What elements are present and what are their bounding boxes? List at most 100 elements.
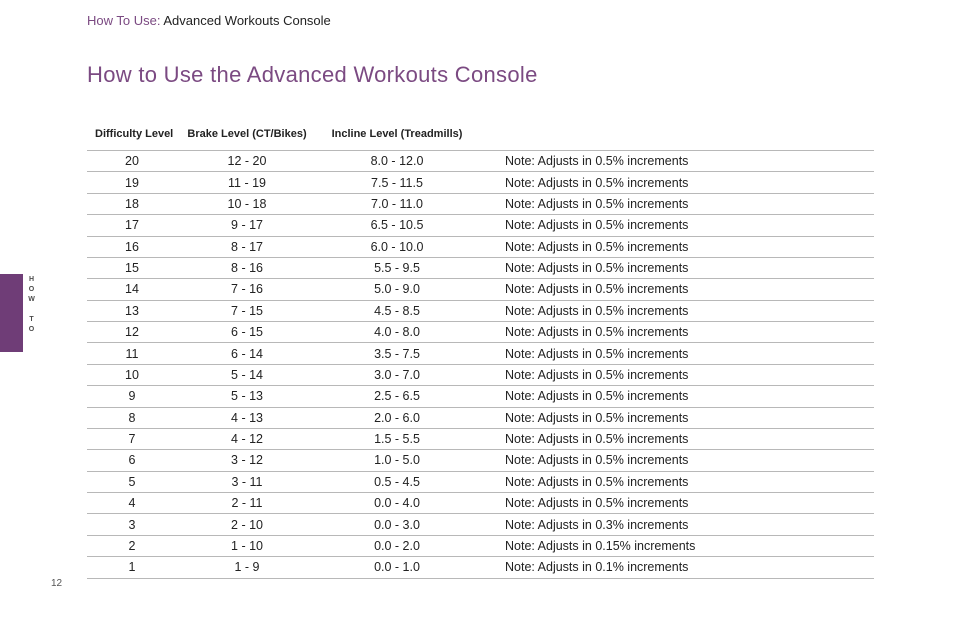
cell-incline: 0.0 - 2.0 [317, 535, 477, 556]
cell-brake: 3 - 12 [177, 450, 317, 471]
cell-incline: 0.0 - 1.0 [317, 557, 477, 578]
table-row: 158 - 165.5 - 9.5Note: Adjusts in 0.5% i… [87, 257, 874, 278]
cell-note: Note: Adjusts in 0.5% increments [477, 493, 874, 514]
cell-brake: 11 - 19 [177, 172, 317, 193]
cell-incline: 5.5 - 9.5 [317, 257, 477, 278]
side-tab-label: HOW TO [25, 276, 35, 336]
cell-incline: 3.5 - 7.5 [317, 343, 477, 364]
cell-brake: 4 - 12 [177, 428, 317, 449]
cell-brake: 7 - 15 [177, 300, 317, 321]
page-number: 12 [51, 578, 62, 589]
table-row: 1911 - 197.5 - 11.5Note: Adjusts in 0.5%… [87, 172, 874, 193]
cell-level: 16 [87, 236, 177, 257]
cell-level: 19 [87, 172, 177, 193]
table-row: 116 - 143.5 - 7.5Note: Adjusts in 0.5% i… [87, 343, 874, 364]
side-tab [0, 274, 23, 352]
cell-brake: 6 - 14 [177, 343, 317, 364]
cell-incline: 0.0 - 3.0 [317, 514, 477, 535]
page-title: How to Use the Advanced Workouts Console [87, 62, 538, 88]
cell-incline: 7.5 - 11.5 [317, 172, 477, 193]
table-row: 2012 - 208.0 - 12.0Note: Adjusts in 0.5%… [87, 151, 874, 172]
cell-brake: 5 - 14 [177, 364, 317, 385]
cell-note: Note: Adjusts in 0.5% increments [477, 450, 874, 471]
table-row: 126 - 154.0 - 8.0Note: Adjusts in 0.5% i… [87, 322, 874, 343]
cell-level: 10 [87, 364, 177, 385]
table-row: 74 - 121.5 - 5.5Note: Adjusts in 0.5% in… [87, 428, 874, 449]
cell-note: Note: Adjusts in 0.5% increments [477, 257, 874, 278]
cell-note: Note: Adjusts in 0.5% increments [477, 300, 874, 321]
breadcrumb: How To Use: Advanced Workouts Console [87, 13, 331, 28]
cell-level: 13 [87, 300, 177, 321]
cell-incline: 4.5 - 8.5 [317, 300, 477, 321]
cell-note: Note: Adjusts in 0.5% increments [477, 343, 874, 364]
cell-brake: 9 - 17 [177, 215, 317, 236]
col-header-difficulty: Difficulty Level [87, 128, 177, 151]
col-header-brake: Brake Level (CT/Bikes) [177, 128, 317, 151]
cell-note: Note: Adjusts in 0.5% increments [477, 364, 874, 385]
cell-incline: 4.0 - 8.0 [317, 322, 477, 343]
cell-incline: 3.0 - 7.0 [317, 364, 477, 385]
cell-level: 12 [87, 322, 177, 343]
cell-level: 15 [87, 257, 177, 278]
cell-incline: 5.0 - 9.0 [317, 279, 477, 300]
table-row: 168 - 176.0 - 10.0Note: Adjusts in 0.5% … [87, 236, 874, 257]
cell-incline: 1.5 - 5.5 [317, 428, 477, 449]
table-header-row: Difficulty Level Brake Level (CT/Bikes) … [87, 128, 874, 151]
cell-incline: 0.0 - 4.0 [317, 493, 477, 514]
cell-note: Note: Adjusts in 0.5% increments [477, 322, 874, 343]
cell-level: 7 [87, 428, 177, 449]
cell-note: Note: Adjusts in 0.5% increments [477, 279, 874, 300]
cell-level: 14 [87, 279, 177, 300]
breadcrumb-prefix: How To Use: [87, 13, 160, 28]
cell-brake: 4 - 13 [177, 407, 317, 428]
table-row: 105 - 143.0 - 7.0Note: Adjusts in 0.5% i… [87, 364, 874, 385]
cell-incline: 1.0 - 5.0 [317, 450, 477, 471]
cell-incline: 6.0 - 10.0 [317, 236, 477, 257]
table-row: 42 - 110.0 - 4.0Note: Adjusts in 0.5% in… [87, 493, 874, 514]
table-row: 21 - 100.0 - 2.0Note: Adjusts in 0.15% i… [87, 535, 874, 556]
cell-level: 4 [87, 493, 177, 514]
cell-note: Note: Adjusts in 0.5% increments [477, 172, 874, 193]
cell-brake: 2 - 10 [177, 514, 317, 535]
cell-brake: 10 - 18 [177, 193, 317, 214]
cell-incline: 2.0 - 6.0 [317, 407, 477, 428]
cell-note: Note: Adjusts in 0.5% increments [477, 407, 874, 428]
cell-incline: 6.5 - 10.5 [317, 215, 477, 236]
cell-incline: 8.0 - 12.0 [317, 151, 477, 172]
cell-level: 18 [87, 193, 177, 214]
cell-note: Note: Adjusts in 0.15% increments [477, 535, 874, 556]
cell-note: Note: Adjusts in 0.5% increments [477, 428, 874, 449]
col-header-incline: Incline Level (Treadmills) [317, 128, 477, 151]
cell-brake: 6 - 15 [177, 322, 317, 343]
col-header-note [477, 128, 874, 151]
table-row: 63 - 121.0 - 5.0Note: Adjusts in 0.5% in… [87, 450, 874, 471]
cell-brake: 12 - 20 [177, 151, 317, 172]
cell-note: Note: Adjusts in 0.5% increments [477, 215, 874, 236]
table-row: 95 - 132.5 - 6.5Note: Adjusts in 0.5% in… [87, 386, 874, 407]
table-row: 1810 - 187.0 - 11.0Note: Adjusts in 0.5%… [87, 193, 874, 214]
cell-level: 5 [87, 471, 177, 492]
cell-note: Note: Adjusts in 0.5% increments [477, 236, 874, 257]
cell-brake: 3 - 11 [177, 471, 317, 492]
table-row: 179 - 176.5 - 10.5Note: Adjusts in 0.5% … [87, 215, 874, 236]
cell-level: 8 [87, 407, 177, 428]
table-row: 147 - 165.0 - 9.0Note: Adjusts in 0.5% i… [87, 279, 874, 300]
cell-level: 11 [87, 343, 177, 364]
cell-brake: 8 - 17 [177, 236, 317, 257]
cell-incline: 2.5 - 6.5 [317, 386, 477, 407]
table-row: 53 - 110.5 - 4.5Note: Adjusts in 0.5% in… [87, 471, 874, 492]
cell-brake: 2 - 11 [177, 493, 317, 514]
difficulty-table: Difficulty Level Brake Level (CT/Bikes) … [87, 128, 874, 579]
cell-note: Note: Adjusts in 0.3% increments [477, 514, 874, 535]
cell-incline: 7.0 - 11.0 [317, 193, 477, 214]
cell-brake: 5 - 13 [177, 386, 317, 407]
breadcrumb-suffix: Advanced Workouts Console [160, 13, 330, 28]
table-row: 32 - 100.0 - 3.0Note: Adjusts in 0.3% in… [87, 514, 874, 535]
cell-brake: 1 - 10 [177, 535, 317, 556]
cell-level: 1 [87, 557, 177, 578]
table-row: 11 - 90.0 - 1.0Note: Adjusts in 0.1% inc… [87, 557, 874, 578]
cell-level: 3 [87, 514, 177, 535]
table-row: 84 - 132.0 - 6.0Note: Adjusts in 0.5% in… [87, 407, 874, 428]
cell-note: Note: Adjusts in 0.5% increments [477, 151, 874, 172]
cell-note: Note: Adjusts in 0.1% increments [477, 557, 874, 578]
